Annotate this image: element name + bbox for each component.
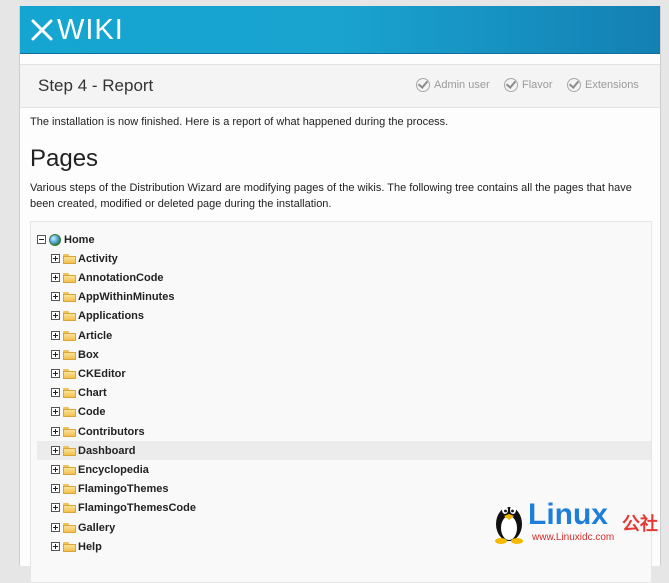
expand-toggle-icon[interactable] <box>51 388 60 397</box>
tree-item[interactable]: Applications <box>51 306 665 325</box>
tree-item-label[interactable]: Dashboard <box>78 445 135 457</box>
wizard-steps-bar: Step 4 - Report Admin user Flavor Extens… <box>20 64 660 108</box>
expand-toggle-icon[interactable] <box>51 503 60 512</box>
folder-icon <box>63 272 76 283</box>
step-admin-user: Admin user <box>416 78 490 92</box>
logo-text: WIKI <box>57 13 124 46</box>
tree-item[interactable]: Chart <box>51 383 665 402</box>
expand-toggle-icon[interactable] <box>51 331 60 340</box>
folder-icon <box>63 253 76 264</box>
folder-icon <box>63 541 76 552</box>
tree-item-label[interactable]: AppWithinMinutes <box>78 291 174 303</box>
tree-root-home[interactable]: Home <box>37 230 651 249</box>
step-flavor: Flavor <box>504 78 553 92</box>
tree-item[interactable]: Contributors <box>51 422 665 441</box>
tree-item-label[interactable]: FlamingoThemesCode <box>78 502 196 514</box>
globe-icon <box>49 233 61 246</box>
tree-item[interactable]: Article <box>51 326 665 345</box>
xwiki-logo[interactable]: WIKI <box>29 14 124 46</box>
tree-item-label[interactable]: Contributors <box>78 426 145 438</box>
tree-item[interactable]: Encyclopedia <box>51 460 665 479</box>
tree-item-label[interactable]: Activity <box>78 253 118 265</box>
tree-item[interactable]: Code <box>51 402 665 421</box>
check-circle-icon <box>567 78 581 92</box>
linuxidc-watermark: Linux 公社 www.Linuxidc.com <box>492 498 662 546</box>
tree-item-label[interactable]: Encyclopedia <box>78 464 149 476</box>
check-circle-icon <box>504 78 518 92</box>
folder-icon <box>63 406 76 417</box>
expand-toggle-icon[interactable] <box>51 292 60 301</box>
expand-toggle-icon[interactable] <box>51 407 60 416</box>
watermark-cn-text: 公社 <box>622 514 658 534</box>
expand-toggle-icon[interactable] <box>51 369 60 378</box>
folder-icon <box>63 426 76 437</box>
expand-toggle-icon[interactable] <box>51 427 60 436</box>
expand-toggle-icon[interactable] <box>51 273 60 282</box>
tree-item-label[interactable]: Home <box>64 234 95 246</box>
expand-toggle-icon[interactable] <box>51 446 60 455</box>
step-extensions: Extensions <box>567 78 639 92</box>
tree-item-label[interactable]: AnnotationCode <box>78 272 164 284</box>
tree-item-label[interactable]: Gallery <box>78 522 115 534</box>
folder-icon <box>63 368 76 379</box>
expand-toggle-icon[interactable] <box>51 542 60 551</box>
folder-icon <box>63 349 76 360</box>
pages-heading: Pages <box>30 145 99 172</box>
folder-icon <box>63 464 76 475</box>
watermark-url: www.Linuxidc.com <box>532 532 615 543</box>
tree-item-label[interactable]: FlamingoThemes <box>78 483 168 495</box>
pages-description: Various steps of the Distribution Wizard… <box>30 182 632 210</box>
tree-item[interactable]: AppWithinMinutes <box>51 287 665 306</box>
expand-toggle-icon[interactable] <box>51 311 60 320</box>
watermark-text: Linux <box>528 498 608 531</box>
tree-item-label[interactable]: Chart <box>78 387 107 399</box>
tree-item[interactable]: Activity <box>51 249 665 268</box>
tree-item[interactable]: Box <box>51 345 665 364</box>
tree-item[interactable]: FlamingoThemes <box>51 479 665 498</box>
collapse-toggle-icon[interactable] <box>37 235 46 244</box>
tree-item-label[interactable]: Box <box>78 349 99 361</box>
step-label: Extensions <box>585 79 639 91</box>
tree-item-label[interactable]: Applications <box>78 310 144 322</box>
check-circle-icon <box>416 78 430 92</box>
step-title: Step 4 - Report <box>38 76 154 95</box>
tree-item-label[interactable]: Article <box>78 330 112 342</box>
folder-icon <box>63 502 76 513</box>
expand-toggle-icon[interactable] <box>51 465 60 474</box>
tree-item[interactable]: AnnotationCode <box>51 268 665 287</box>
tree-item[interactable]: CKEditor <box>51 364 665 383</box>
folder-icon <box>63 310 76 321</box>
tree-item-label[interactable]: Code <box>78 406 106 418</box>
folder-icon <box>63 522 76 533</box>
step-label: Admin user <box>434 79 490 91</box>
folder-icon <box>63 330 76 341</box>
tux-penguin-icon <box>495 506 523 544</box>
installer-frame: WIKI Step 4 - Report Admin user Flavor E… <box>19 6 661 583</box>
tree-item-label[interactable]: Help <box>78 541 102 553</box>
folder-icon <box>63 445 76 456</box>
expand-toggle-icon[interactable] <box>51 484 60 493</box>
expand-toggle-icon[interactable] <box>51 523 60 532</box>
tree-item-highlighted[interactable]: Dashboard <box>37 441 651 460</box>
expand-toggle-icon[interactable] <box>51 254 60 263</box>
folder-icon <box>63 387 76 398</box>
step-label: Flavor <box>522 79 553 91</box>
folder-icon <box>63 483 76 494</box>
expand-toggle-icon[interactable] <box>51 350 60 359</box>
header-bar: WIKI <box>20 6 660 54</box>
xwiki-x-icon <box>31 19 53 41</box>
report-intro: The installation is now finished. Here i… <box>30 116 449 128</box>
tree-item-label[interactable]: CKEditor <box>78 368 126 380</box>
folder-icon <box>63 291 76 302</box>
